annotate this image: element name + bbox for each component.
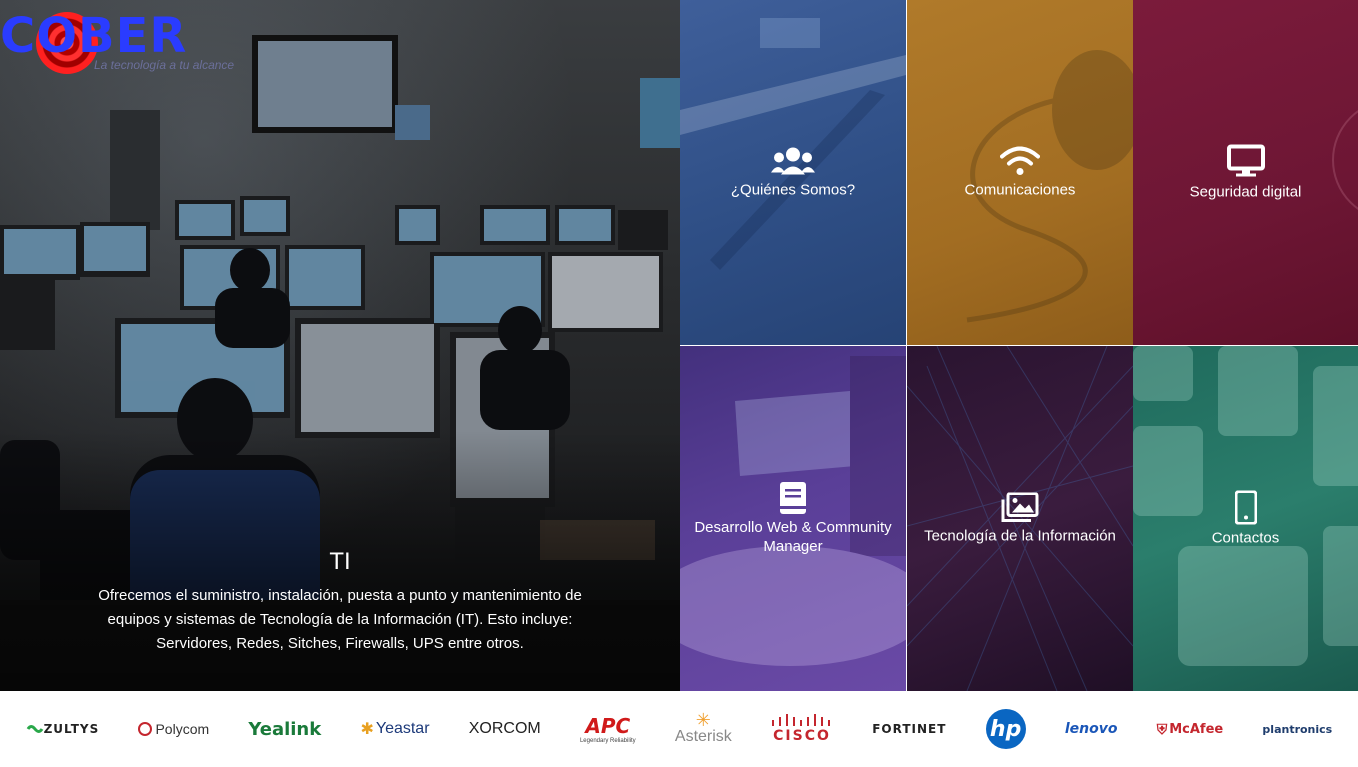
logo-wordmark: COBER	[0, 8, 188, 64]
partner-name: CISCO	[773, 728, 831, 744]
asterisk-icon: ✳	[695, 710, 711, 730]
tile-label: Tecnología de la Información	[924, 527, 1116, 544]
book-icon	[780, 481, 806, 514]
tile-desarrollo-web[interactable]: Desarrollo Web & Community Manager	[680, 346, 906, 691]
partner-polycom-logo[interactable]: Polycom	[138, 699, 209, 759]
partner-name: Asterisk	[674, 728, 732, 745]
partner-apc-logo[interactable]: APC Legendary Reliability	[580, 699, 636, 759]
partner-name: McAfee	[1169, 721, 1224, 737]
polycom-mark-icon	[138, 722, 153, 736]
hero-section: COBER La tecnología a tu alcance TI Ofre…	[0, 0, 680, 691]
images-icon	[1001, 492, 1039, 522]
mcafee-shield-icon: ⛨	[1156, 720, 1168, 737]
tile-label: Contactos	[1211, 529, 1280, 546]
partners-bar: ZULTYS Polycom Yealink ✱ Yeastar XORCOM …	[0, 691, 1358, 767]
monitor-icon	[1226, 144, 1265, 176]
tile-comunicaciones[interactable]: Comunicaciones	[907, 0, 1133, 345]
tile-label: Seguridad digital	[1189, 183, 1302, 200]
tile-contactos[interactable]: Contactos	[1133, 346, 1358, 691]
tile-quienes-somos[interactable]: ¿Quiénes Somos?	[680, 0, 906, 345]
partner-tagline: Legendary Reliability	[579, 738, 636, 744]
partner-hp-logo[interactable]: hp	[985, 699, 1026, 759]
logo-slogan: La tecnología a tu alcance	[94, 58, 235, 72]
wifi-icon	[1000, 146, 1040, 175]
tile-tecnologia-informacion[interactable]: Tecnología de la Información	[907, 346, 1133, 691]
partner-name: plantronics	[1262, 722, 1333, 736]
partner-lenovo-logo[interactable]: lenovo	[1065, 699, 1118, 759]
mobile-icon	[1234, 490, 1257, 524]
partner-name: hp	[985, 709, 1026, 749]
users-icon	[771, 147, 815, 174]
partner-name: XORCOM	[468, 720, 541, 737]
partner-name: Polycom	[155, 721, 210, 737]
hero-description: Ofrecemos el suministro, instalación, pu…	[98, 587, 582, 652]
partner-asterisk-logo[interactable]: ✳ Asterisk	[675, 699, 732, 759]
partner-name: ZULTYS	[43, 722, 100, 736]
zultys-mark-icon	[26, 725, 43, 733]
yeastar-star-icon: ✱	[360, 721, 374, 738]
partner-fortinet-logo[interactable]: FORTINET	[872, 699, 946, 759]
tile-seguridad-digital[interactable]: Seguridad digital	[1133, 0, 1358, 345]
partner-cisco-logo[interactable]: CISCO	[771, 699, 833, 759]
cisco-bars-icon	[772, 714, 831, 726]
tile-label: Desarrollo Web & Community Manager	[694, 518, 892, 555]
partner-yealink-logo[interactable]: Yealink	[248, 699, 321, 759]
partner-yeastar-logo[interactable]: ✱ Yeastar	[360, 699, 429, 759]
partner-name: Yealink	[248, 718, 322, 740]
partner-name: Yeastar	[375, 720, 430, 737]
partner-mcafee-logo[interactable]: ⛨ McAfee	[1157, 699, 1224, 759]
tile-label: ¿Quiénes Somos?	[730, 181, 856, 198]
hero-caption: TI Ofrecemos el suministro, instalación,…	[70, 548, 610, 656]
partner-xorcom-logo[interactable]: XORCOM	[469, 699, 541, 759]
cober-logo[interactable]: COBER La tecnología a tu alcance	[0, 8, 240, 74]
partner-name: FORTINET	[872, 722, 947, 736]
hero-title: TI	[329, 548, 351, 575]
tile-label: Comunicaciones	[964, 181, 1076, 198]
partner-name: lenovo	[1064, 721, 1118, 737]
services-grid: ¿Quiénes Somos? Comunicaciones Seguridad	[680, 0, 1358, 691]
partner-plantronics-logo[interactable]: plantronics	[1262, 699, 1332, 759]
partner-zultys-logo[interactable]: ZULTYS	[26, 699, 100, 759]
partner-name: APC	[585, 714, 631, 738]
